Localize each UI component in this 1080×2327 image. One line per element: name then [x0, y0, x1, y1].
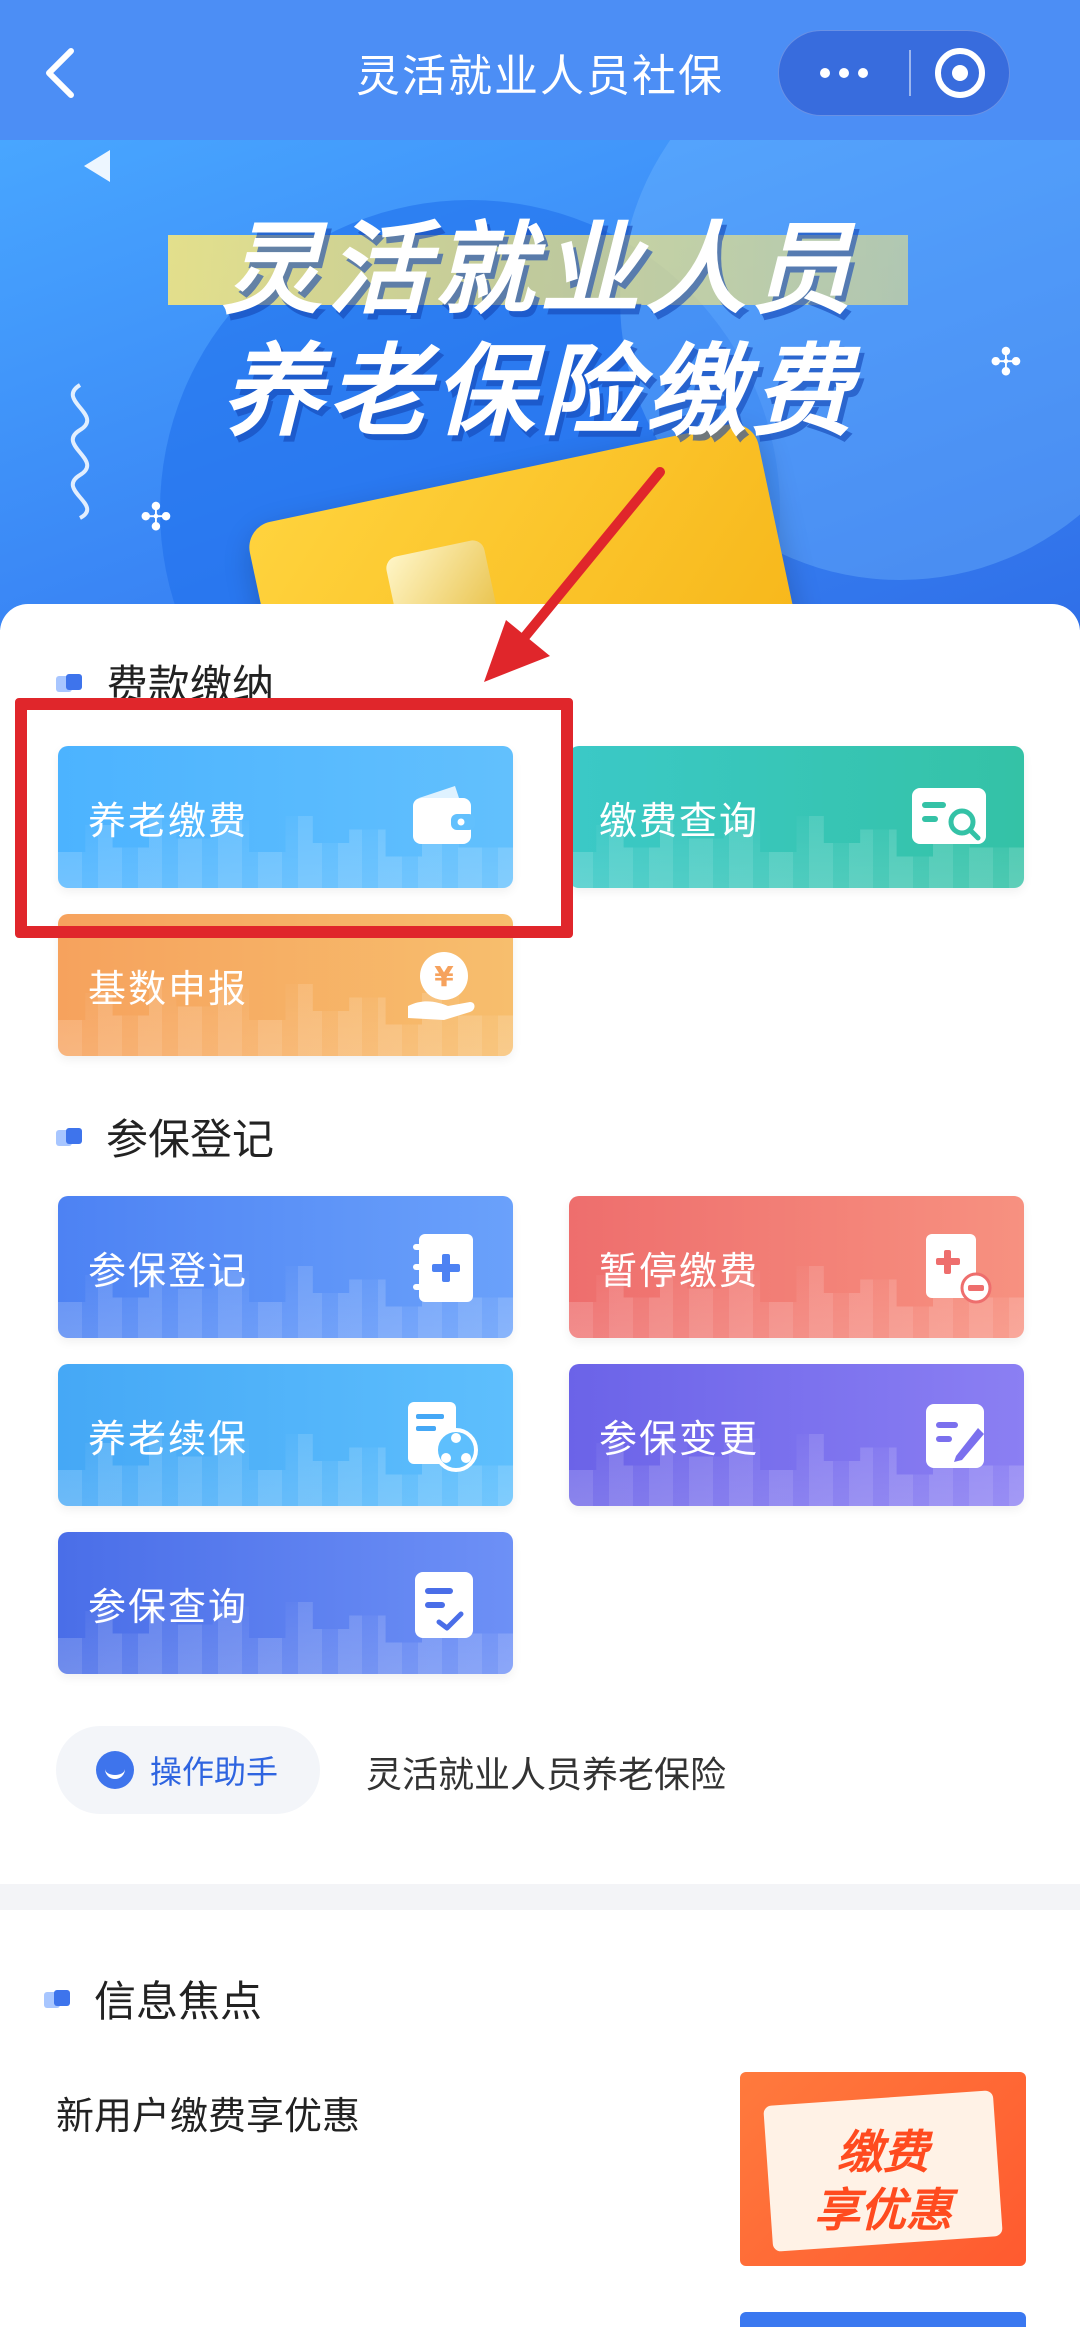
tile-label: 基数申报 [88, 966, 249, 1011]
yuan-hand-icon: ¥ [408, 952, 475, 1020]
red-arrow-annotation-icon [484, 467, 665, 682]
tile-label: 参保变更 [599, 1416, 760, 1461]
banner-headline-2: 养老保险缴费 [222, 333, 858, 450]
tile-label: 参保登记 [88, 1248, 249, 1293]
section-title-registration: 参保登记 [56, 1106, 274, 1167]
section-marker-icon [44, 1988, 74, 2010]
notebook-plus-icon [413, 1234, 473, 1302]
tile-payment-query[interactable]: 缴费查询 [569, 746, 1024, 888]
section-title-text: 参保登记 [106, 1115, 275, 1164]
next-news-thumbnail-edge [740, 2312, 1026, 2327]
check-doc-icon [415, 1572, 473, 1638]
triangle-decoration-icon [84, 150, 110, 182]
tile-label: 缴费查询 [599, 798, 760, 843]
red-highlight-frame [15, 698, 573, 938]
share-doc-icon [408, 1402, 478, 1472]
promo-text-line1: 缴费 [837, 2125, 929, 2179]
promo-text-line2: 享优惠 [814, 2183, 952, 2237]
tile-pension-renewal[interactable]: 养老续保 [58, 1364, 513, 1506]
svg-text:¥: ¥ [434, 960, 454, 993]
section-divider [0, 1884, 1080, 1910]
section-title-text: 信息焦点 [94, 1977, 263, 2026]
news-thumbnail[interactable]: 缴费 享优惠 [740, 2072, 1026, 2266]
tile-insurance-query[interactable]: 参保查询 [58, 1532, 513, 1674]
tile-label: 参保查询 [88, 1584, 249, 1629]
tile-label: 养老续保 [88, 1416, 249, 1461]
assistant-topic-link[interactable]: 灵活就业人员养老保险 [366, 1746, 726, 1798]
section-marker-icon [56, 1126, 86, 1148]
close-program-icon[interactable] [911, 31, 1009, 115]
tile-insurance-registration[interactable]: 参保登记 [58, 1196, 513, 1338]
operation-assistant-button[interactable]: 操作助手 [56, 1726, 320, 1814]
edit-doc-icon [926, 1404, 984, 1468]
tile-label: 暂停缴费 [599, 1248, 760, 1293]
nav-bar: 灵活就业人员社保 [0, 0, 1080, 140]
chat-bubble-icon [96, 1751, 134, 1789]
tile-suspend-payment[interactable]: 暂停缴费 [569, 1196, 1024, 1338]
more-icon[interactable] [779, 31, 909, 115]
news-item-title[interactable]: 新用户缴费享优惠 [56, 2085, 360, 2140]
assistant-label: 操作助手 [150, 1753, 279, 1791]
mini-program-capsule [778, 30, 1010, 116]
search-card-icon [912, 788, 986, 844]
cross-decoration-icon: ✣ [140, 495, 172, 539]
section-marker-icon [56, 672, 86, 694]
doc-minus-icon [926, 1234, 992, 1304]
tile-insurance-change[interactable]: 参保变更 [569, 1364, 1024, 1506]
section-title-news: 信息焦点 [44, 1968, 262, 2029]
